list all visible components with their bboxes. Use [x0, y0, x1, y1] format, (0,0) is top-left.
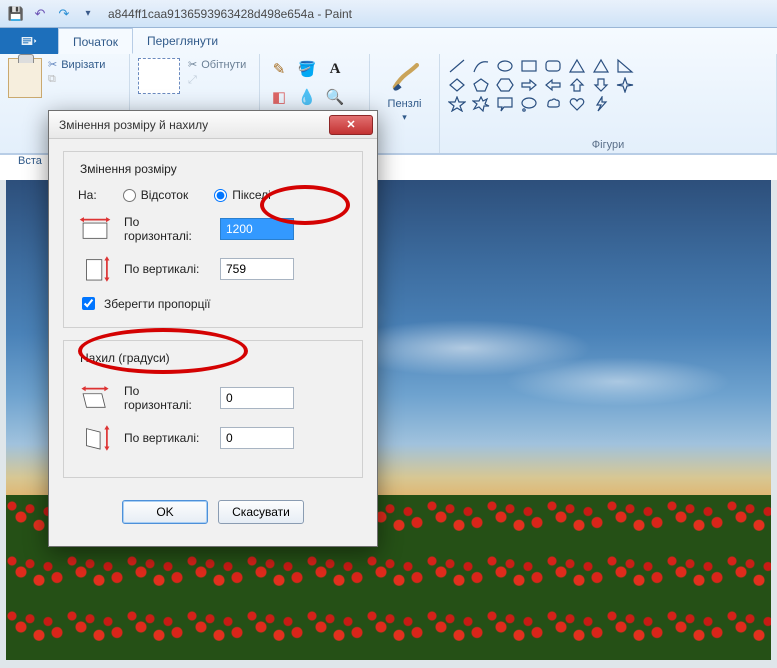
shape-rect-icon[interactable]: [520, 58, 538, 74]
window-title: a844ff1caa9136593963428d498e654a - Paint: [108, 7, 352, 21]
skew-horizontal-input[interactable]: [220, 387, 294, 409]
resize-fieldset-title: Змінення розміру: [76, 162, 181, 176]
shape-arrow-l-icon[interactable]: [544, 77, 562, 93]
color-picker-icon[interactable]: 💧: [296, 86, 318, 108]
dialog-titlebar[interactable]: Змінення розміру й нахилу ✕: [49, 111, 377, 139]
vertical-skew-icon: [76, 423, 114, 453]
ribbon-tabs: Початок Переглянути: [0, 28, 777, 54]
shape-line-icon[interactable]: [448, 58, 466, 74]
chevron-down-icon[interactable]: ▾: [402, 112, 407, 123]
shape-star6-icon[interactable]: [472, 96, 490, 112]
shape-arrow-r-icon[interactable]: [520, 77, 538, 93]
save-icon[interactable]: 💾: [6, 4, 26, 24]
keep-ratio-checkbox[interactable]: Зберегти пропорції: [78, 294, 350, 313]
shape-curve-icon[interactable]: [472, 58, 490, 74]
radio-pixels-input[interactable]: [214, 189, 227, 202]
qat-dropdown-icon[interactable]: ▾: [78, 4, 98, 24]
shape-roundrect-icon[interactable]: [544, 58, 562, 74]
quick-access-toolbar: 💾 ↶ ↷ ▾: [0, 4, 98, 24]
shape-arrow-d-icon[interactable]: [592, 77, 610, 93]
resize-fieldset: Змінення розміру На: Відсоток Пікселі По…: [63, 151, 363, 328]
copy-button[interactable]: ⧉: [48, 73, 105, 86]
horizontal-input[interactable]: [220, 218, 294, 240]
file-tab[interactable]: [0, 28, 58, 54]
brush-icon[interactable]: [386, 58, 424, 96]
close-button[interactable]: ✕: [329, 115, 373, 135]
titlebar: 💾 ↶ ↷ ▾ a844ff1caa9136593963428d498e654a…: [0, 0, 777, 28]
shape-star5-icon[interactable]: [448, 96, 466, 112]
ribbon-group-brushes: Пензлі ▾: [370, 54, 440, 153]
select-icon[interactable]: [138, 58, 180, 94]
shape-triangle-icon[interactable]: [592, 58, 610, 74]
shape-righttri-icon[interactable]: [616, 58, 634, 74]
resize-button[interactable]: ⤢: [188, 74, 246, 87]
shape-callout-cloud-icon[interactable]: [544, 96, 562, 112]
radio-percent-input[interactable]: [123, 189, 136, 202]
resize-icon: ⤢: [188, 74, 197, 87]
paste-icon[interactable]: [8, 58, 42, 98]
horizontal-resize-icon: [76, 214, 114, 244]
keep-ratio-label: Зберегти пропорції: [104, 297, 210, 311]
shape-arrow-u-icon[interactable]: [568, 77, 586, 93]
dialog-title: Змінення розміру й нахилу: [59, 118, 208, 132]
shape-oval-icon[interactable]: [496, 58, 514, 74]
horizontal-skew-icon: [76, 383, 114, 413]
shape-star4-icon[interactable]: [616, 77, 634, 93]
copy-icon: ⧉: [48, 73, 56, 86]
vertical-resize-icon: [76, 254, 114, 284]
cut-button[interactable]: ✂ Вирізати: [48, 58, 105, 71]
shape-polygon-icon[interactable]: [568, 58, 586, 74]
radio-percent[interactable]: Відсоток: [123, 188, 189, 202]
shapes-group-label: Фігури: [448, 139, 768, 151]
crop-icon: ✂: [188, 58, 197, 71]
ribbon-group-shapes: Фігури: [440, 54, 777, 153]
radio-pixels[interactable]: Пікселі: [214, 188, 271, 202]
redo-icon[interactable]: ↷: [54, 4, 74, 24]
vertical-label: По вертикалі:: [124, 262, 210, 276]
keep-ratio-input[interactable]: [82, 297, 95, 310]
brushes-label: Пензлі: [388, 98, 422, 110]
radio-percent-label: Відсоток: [141, 188, 189, 202]
undo-icon[interactable]: ↶: [30, 4, 50, 24]
shape-hexagon-icon[interactable]: [496, 77, 514, 93]
pencil-icon[interactable]: ✎: [268, 58, 290, 80]
horizontal-label: По горизонталі:: [124, 215, 210, 244]
text-tool-icon[interactable]: A: [324, 58, 346, 80]
shape-callout-rect-icon[interactable]: [496, 96, 514, 112]
cancel-button[interactable]: Скасувати: [218, 500, 304, 524]
close-icon: ✕: [346, 118, 355, 131]
shape-callout-oval-icon[interactable]: [520, 96, 538, 112]
magnifier-icon[interactable]: 🔍: [324, 86, 346, 108]
shape-lightning-icon[interactable]: [592, 96, 610, 112]
by-label: На:: [78, 188, 97, 202]
tab-view[interactable]: Переглянути: [133, 28, 232, 54]
scissors-icon: ✂: [48, 58, 57, 71]
radio-pixels-label: Пікселі: [232, 188, 271, 202]
fill-icon[interactable]: 🪣: [296, 58, 318, 80]
tab-home[interactable]: Початок: [58, 28, 133, 54]
ok-button[interactable]: OK: [122, 500, 208, 524]
eraser-icon[interactable]: ◧: [268, 86, 290, 108]
vertical-input[interactable]: [220, 258, 294, 280]
skew-horizontal-label: По горизонталі:: [124, 384, 210, 413]
skew-fieldset-title: Нахил (градуси): [76, 351, 174, 365]
resize-skew-dialog: Змінення розміру й нахилу ✕ Змінення роз…: [48, 110, 378, 547]
shape-pentagon-icon[interactable]: [472, 77, 490, 93]
cut-label: Вирізати: [61, 59, 105, 71]
shape-diamond-icon[interactable]: [448, 77, 466, 93]
skew-fieldset: Нахил (градуси) По горизонталі: По верти…: [63, 340, 363, 478]
skew-vertical-input[interactable]: [220, 427, 294, 449]
crop-button[interactable]: ✂ Обітнути: [188, 58, 246, 71]
shape-heart-icon[interactable]: [568, 96, 586, 112]
shapes-gallery[interactable]: [448, 58, 638, 112]
crop-label: Обітнути: [201, 59, 246, 71]
paste-label-fragment: Вста: [18, 155, 42, 167]
skew-vertical-label: По вертикалі:: [124, 431, 210, 445]
